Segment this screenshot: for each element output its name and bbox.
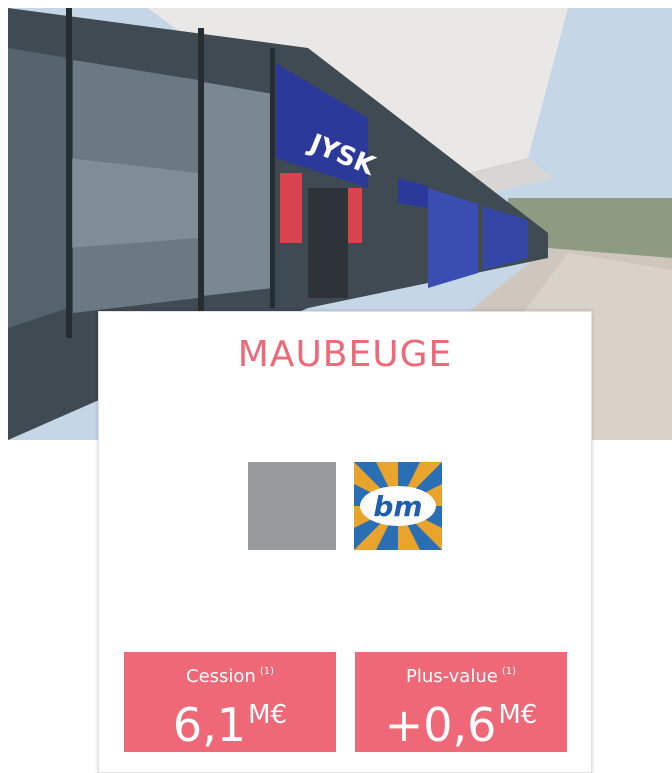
stat-value-number: 6,1 [172,698,247,752]
stat-value: 6,1M€ [124,688,336,752]
bm-logo: bm [354,462,442,550]
stat-plus-value: Plus-value (1) +0,6M€ [355,652,567,752]
property-card: MAUBEUGE bm Cession (1) 6,1M€ Plus-value… [98,311,592,773]
stat-cession: Cession (1) 6,1M€ [124,652,336,752]
stat-footnote: (1) [501,666,516,677]
stat-label-text: Plus-value [406,666,498,687]
stat-label: Cession (1) [124,666,336,687]
stat-label-text: Cession [186,666,256,687]
bm-logo-graphic: bm [354,462,442,550]
stat-value-number: +0,6 [384,698,497,752]
stat-footnote: (1) [259,666,274,677]
tenant-logo-placeholder [248,462,336,550]
city-title: MAUBEUGE [237,334,453,375]
stat-value: +0,6M€ [355,688,567,752]
stat-value-unit: M€ [498,700,538,730]
stat-value-unit: M€ [248,700,288,730]
stat-label: Plus-value (1) [355,666,567,687]
bm-logo-text: bm [373,490,422,523]
